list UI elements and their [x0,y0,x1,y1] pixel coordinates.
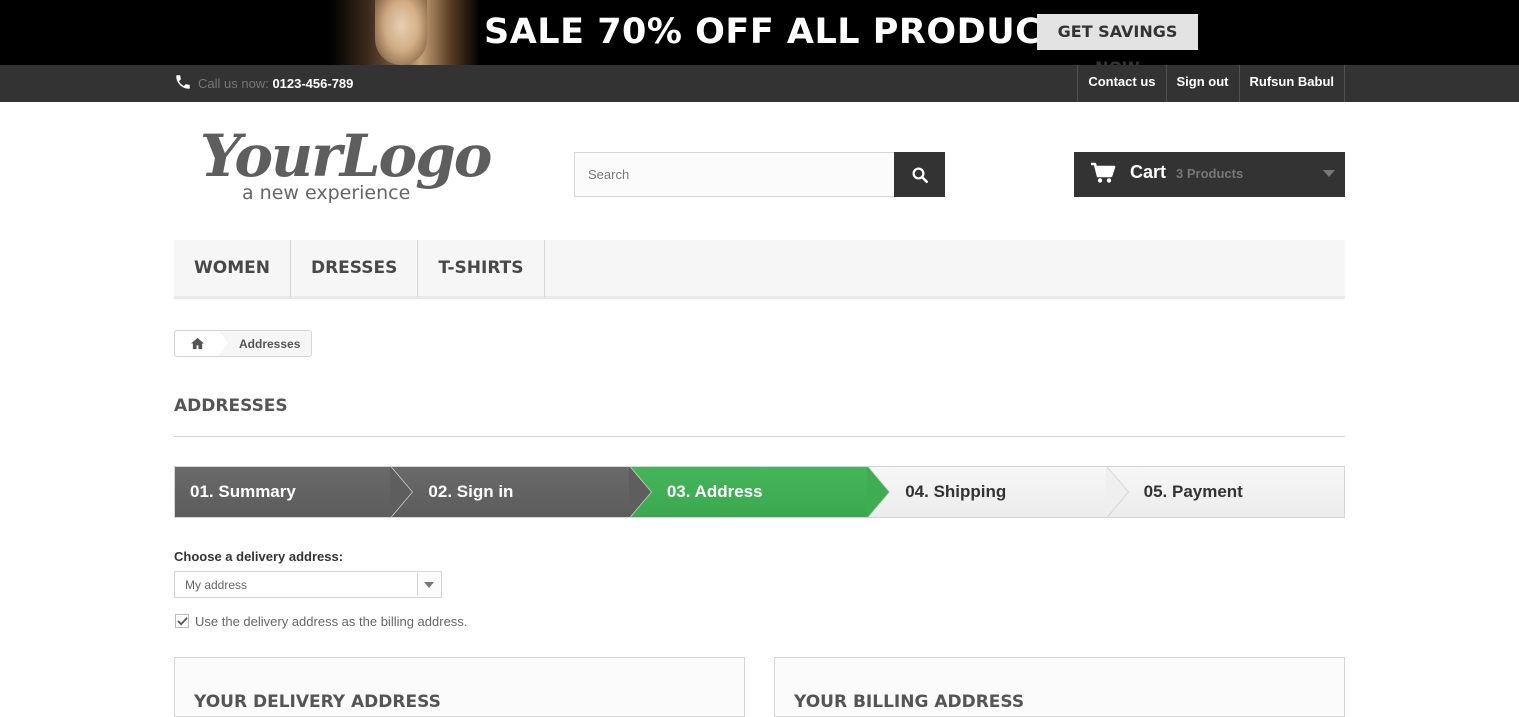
main-menu: WOMEN DRESSES T-SHIRTS [174,240,1345,299]
step-sign-in[interactable]: 02. Sign in [390,467,653,517]
cart-label: Cart [1130,162,1167,182]
delivery-address-box: YOUR DELIVERY ADDRESS [174,657,745,717]
breadcrumb: Addresses [174,330,313,357]
banner-headline: SALE 70% OFF ALL PRODUCTS [484,12,1092,52]
logo-main-text: YourLogo [200,122,492,190]
cart-icon [1091,162,1116,183]
contact-us-link[interactable]: Contact us [1077,65,1165,102]
search-field[interactable] [574,152,895,197]
checkout-steps: 01. Summary 02. Sign in 03. Address 04. … [174,466,1345,518]
delivery-address-title: YOUR DELIVERY ADDRESS [194,692,441,712]
call-us-label: Call us now: [198,76,269,91]
logo-tagline: a new experience [242,182,411,204]
top-nav-bar: Call us now: 0123-456-789 Contact us Sig… [0,65,1519,102]
step-payment: 05. Payment [1105,467,1344,517]
call-us-text: Call us now: 0123-456-789 [198,76,353,91]
account-link[interactable]: Rufsun Babul [1238,65,1345,102]
menu-item-tshirts[interactable]: T-SHIRTS [418,240,545,297]
menu-item-women[interactable]: WOMEN [174,240,291,297]
selected-address-value: My address [185,578,248,592]
phone-icon [176,75,190,89]
step-address: 03. Address [628,467,891,517]
billing-address-title: YOUR BILLING ADDRESS [794,692,1025,712]
user-nav-links: Contact us Sign out Rufsun Babul [1077,65,1345,102]
home-icon [190,337,204,350]
step-summary[interactable]: 01. Summary [175,467,414,517]
checkmark-icon [176,617,188,626]
breadcrumb-current: Addresses [239,336,301,351]
menu-item-dresses[interactable]: DRESSES [291,240,419,297]
phone-number: 0123-456-789 [272,76,354,91]
same-billing-label[interactable]: Use the delivery address as the billing … [195,614,467,629]
banner-model-face [375,0,427,65]
search-button[interactable] [894,152,945,197]
sign-out-link[interactable]: Sign out [1165,65,1239,102]
site-logo[interactable]: YourLogo a new experience [200,122,492,207]
billing-address-box: YOUR BILLING ADDRESS [774,657,1345,717]
page-title: ADDRESSES [174,396,288,416]
chevron-down-icon [417,573,440,596]
search-icon [912,167,928,183]
step-shipping: 04. Shipping [867,467,1130,517]
same-billing-checkbox[interactable] [175,614,189,628]
cart-product-count: 3 Products [1176,166,1244,181]
delivery-address-label: Choose a delivery address: [174,549,344,564]
cart-button[interactable]: Cart 3 Products [1074,152,1345,197]
promo-banner[interactable]: SALE 70% OFF ALL PRODUCTS GET SAVINGS NO… [0,0,1519,65]
search-input[interactable] [575,153,894,196]
delivery-address-select[interactable]: My address [174,571,442,598]
get-savings-button[interactable]: GET SAVINGS NOW [1037,14,1198,65]
chevron-down-icon [1323,170,1335,177]
breadcrumb-home[interactable] [175,331,228,356]
heading-divider [174,436,1345,437]
